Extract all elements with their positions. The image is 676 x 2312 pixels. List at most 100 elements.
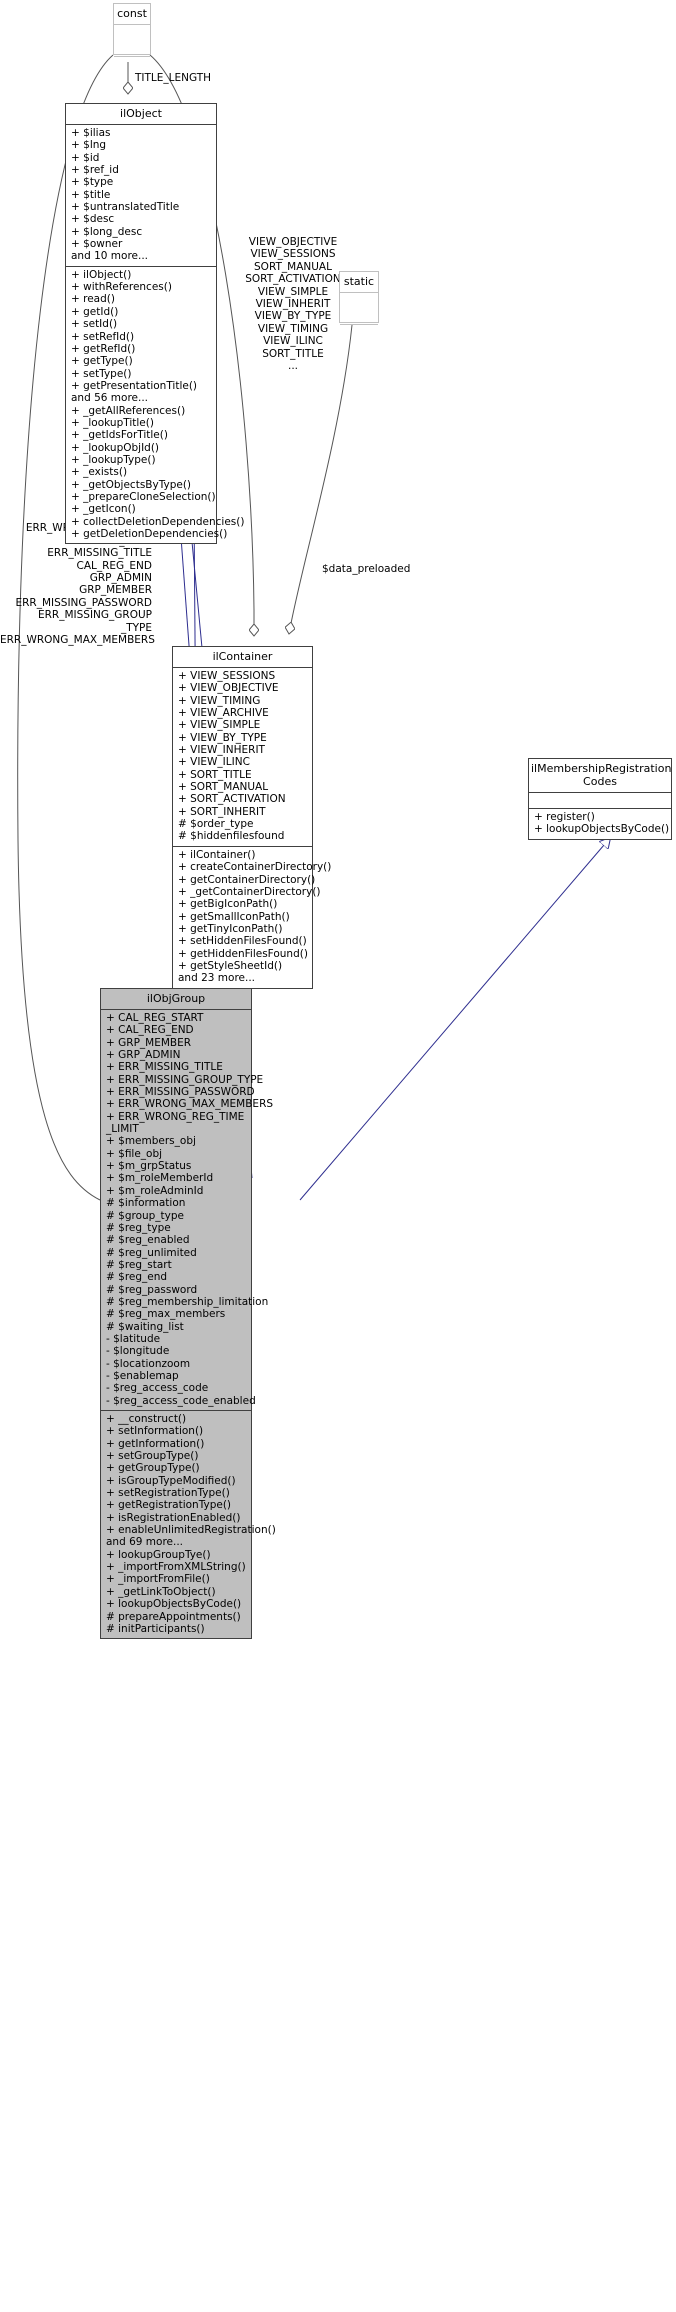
class-member-row: + ERR_WRONG_MAX_MEMBERS <box>106 1098 274 1111</box>
node-ilobjgroup-methods: + __construct() + setInformation() + getIn… <box>101 1411 276 1638</box>
class-member-row: + enableUnlimitedRegistration() <box>106 1524 276 1537</box>
class-member-row: + getStyleSheetId() <box>178 959 283 972</box>
class-member-row: + GRP_MEMBER <box>106 1036 192 1049</box>
class-member-row: + _getLinkToObject() <box>106 1585 216 1598</box>
class-member-row: + $m_roleAdminId <box>106 1184 204 1197</box>
class-member-row: + _importFromXMLString() <box>106 1561 246 1574</box>
node-static[interactable]: static <box>339 271 379 325</box>
edge-label-data-preloaded: $data_preloaded <box>322 563 411 575</box>
class-member-row: + VIEW_OBJECTIVE <box>178 682 279 695</box>
class-member-row: + $untranslatedTitle <box>71 201 180 214</box>
class-member-row: _LIMIT <box>106 1123 139 1136</box>
class-member-row: and 69 more... <box>106 1536 184 1549</box>
node-static-title: static <box>343 275 375 288</box>
divider <box>114 56 150 57</box>
class-member-row: + GRP_ADMIN <box>106 1049 181 1062</box>
class-member-row: + getGroupType() <box>106 1462 200 1475</box>
class-member-row: # $reg_end <box>106 1271 168 1284</box>
class-member-row: + $title <box>71 188 111 201</box>
class-member-row: + _exists() <box>71 466 128 479</box>
node-ilcontainer[interactable]: ilContainer + VIEW_SESSIONS + VIEW_OBJECT… <box>172 646 332 989</box>
class-member-row: + $ilias <box>71 127 111 139</box>
class-member-row: + ilObject() <box>71 268 132 281</box>
class-member-row: + _importFromFile() <box>106 1573 210 1586</box>
node-ilmembershipregistrationcodes-methods: + register() + lookupObjectsByCode() <box>529 809 671 839</box>
node-const[interactable]: const <box>113 3 151 57</box>
class-member-row: + $ref_id <box>71 164 119 177</box>
class-member-row: + $type <box>71 176 114 189</box>
node-ilobject-title: ilObject <box>120 107 162 120</box>
class-member-row: - $longitude <box>106 1345 170 1358</box>
class-member-row: - $reg_access_code <box>106 1382 209 1395</box>
class-member-row: + getPresentationTitle() <box>71 379 198 392</box>
class-member-row: + setId() <box>71 318 118 331</box>
class-member-row: + _prepareCloneSelection() <box>71 490 216 503</box>
node-ilobject-methods: + ilObject() + withReferences() + read() + … <box>66 267 245 544</box>
class-member-row: + lookupGroupTye() <box>106 1548 211 1561</box>
class-member-row: + setInformation() <box>106 1425 204 1438</box>
node-ilobject-attributes: + $ilias + $lng + $id + $ref_id + $type + $ti… <box>66 125 216 266</box>
class-member-row: and 56 more... <box>71 392 149 405</box>
class-member-row: + VIEW_TIMING <box>178 694 261 707</box>
class-member-row: + isRegistrationEnabled() <box>106 1511 241 1524</box>
class-member-row: and 23 more... <box>178 972 256 985</box>
class-member-row: + CAL_REG_END <box>106 1024 194 1037</box>
node-ilobjgroup[interactable]: ilObjGroup + CAL_REG_START + CAL_REG_END +… <box>100 988 276 1640</box>
class-member-row: + setGroupType() <box>106 1450 199 1463</box>
node-ilobject[interactable]: ilObject + $ilias + $lng + $id + $ref_id + $… <box>65 103 245 545</box>
class-member-row: + SORT_ACTIVATION <box>178 793 286 806</box>
edge-label-title-length: TITLE_LENGTH <box>135 72 212 84</box>
class-member-row: + $lng <box>71 139 107 152</box>
edge-ilobjgroup-implements-ilmembershipregistrationcodes <box>299 838 610 1201</box>
class-member-row: + _getAllReferences() <box>71 404 186 417</box>
node-static-attributes <box>340 293 378 324</box>
class-member-row: + createContainerDirectory() <box>178 861 332 874</box>
class-member-row: + VIEW_ARCHIVE <box>178 707 269 720</box>
class-member-row: + CAL_REG_START <box>106 1012 204 1024</box>
divider <box>340 324 378 325</box>
class-member-row: # $reg_enabled <box>106 1234 190 1247</box>
class-member-row: + setType() <box>71 367 132 380</box>
class-member-row: # $waiting_list <box>106 1320 184 1333</box>
class-member-row: + _lookupObjId() <box>71 441 160 454</box>
class-member-row: # $order_type <box>178 818 254 831</box>
class-member-row: + SORT_TITLE <box>178 768 252 781</box>
class-member-row: + VIEW_ILINC <box>178 756 250 769</box>
class-member-row: + register() <box>534 811 595 823</box>
class-member-row: + isGroupTypeModified() <box>106 1474 236 1487</box>
class-member-row: + lookupObjectsByCode() <box>106 1598 242 1611</box>
class-member-row: + getHiddenFilesFound() <box>178 947 308 960</box>
class-member-row: # $reg_start <box>106 1258 172 1271</box>
node-const-attributes <box>114 25 150 56</box>
class-member-row: # initParticipants() <box>106 1622 205 1635</box>
class-member-row: + VIEW_BY_TYPE <box>178 731 267 744</box>
class-member-row: # $reg_password <box>106 1283 198 1296</box>
class-member-row: + ilContainer() <box>178 848 256 861</box>
class-member-row: + getTinyIconPath() <box>178 922 283 935</box>
class-member-row: # $information <box>106 1197 186 1210</box>
class-member-row: and 10 more... <box>71 250 149 263</box>
node-ilobjgroup-title: ilObjGroup <box>146 992 206 1005</box>
class-member-row: # $reg_max_members <box>106 1308 226 1321</box>
class-member-row: + setHiddenFilesFound() <box>178 935 307 948</box>
node-ilmembershipregistrationcodes[interactable]: ilMembershipRegistration Codes + register… <box>528 758 672 840</box>
class-member-row: + setRegistrationType() <box>106 1487 230 1500</box>
class-member-row: + __construct() <box>106 1413 187 1425</box>
node-ilcontainer-methods: + ilContainer() + createContainerDirector… <box>173 847 332 988</box>
class-member-row: + _lookupTitle() <box>71 416 154 429</box>
class-member-row: + _getIcon() <box>71 503 136 516</box>
class-member-row: + getId() <box>71 305 119 318</box>
class-member-row: + getSmallIconPath() <box>178 910 290 923</box>
class-member-row: - $locationzoom <box>106 1357 191 1370</box>
class-member-row: # $reg_membership_limitation <box>106 1295 269 1308</box>
edge-label-container-consts: VIEW_OBJECTIVE VIEW_SESSIONS SORT_MANUAL… <box>245 236 341 373</box>
class-member-row: + _getObjectsByType() <box>71 478 192 491</box>
class-member-row: + getRefId() <box>71 342 136 355</box>
class-member-row: + lookupObjectsByCode() <box>534 823 670 836</box>
class-member-row: + VIEW_SESSIONS <box>178 670 276 682</box>
class-member-row: + setRefId() <box>71 330 135 343</box>
class-member-row: + SORT_INHERIT <box>178 805 266 818</box>
class-member-row: + collectDeletionDependencies() <box>71 515 245 528</box>
class-member-row: + _lookupType() <box>71 453 156 466</box>
class-member-row: - $enablemap <box>106 1369 179 1382</box>
